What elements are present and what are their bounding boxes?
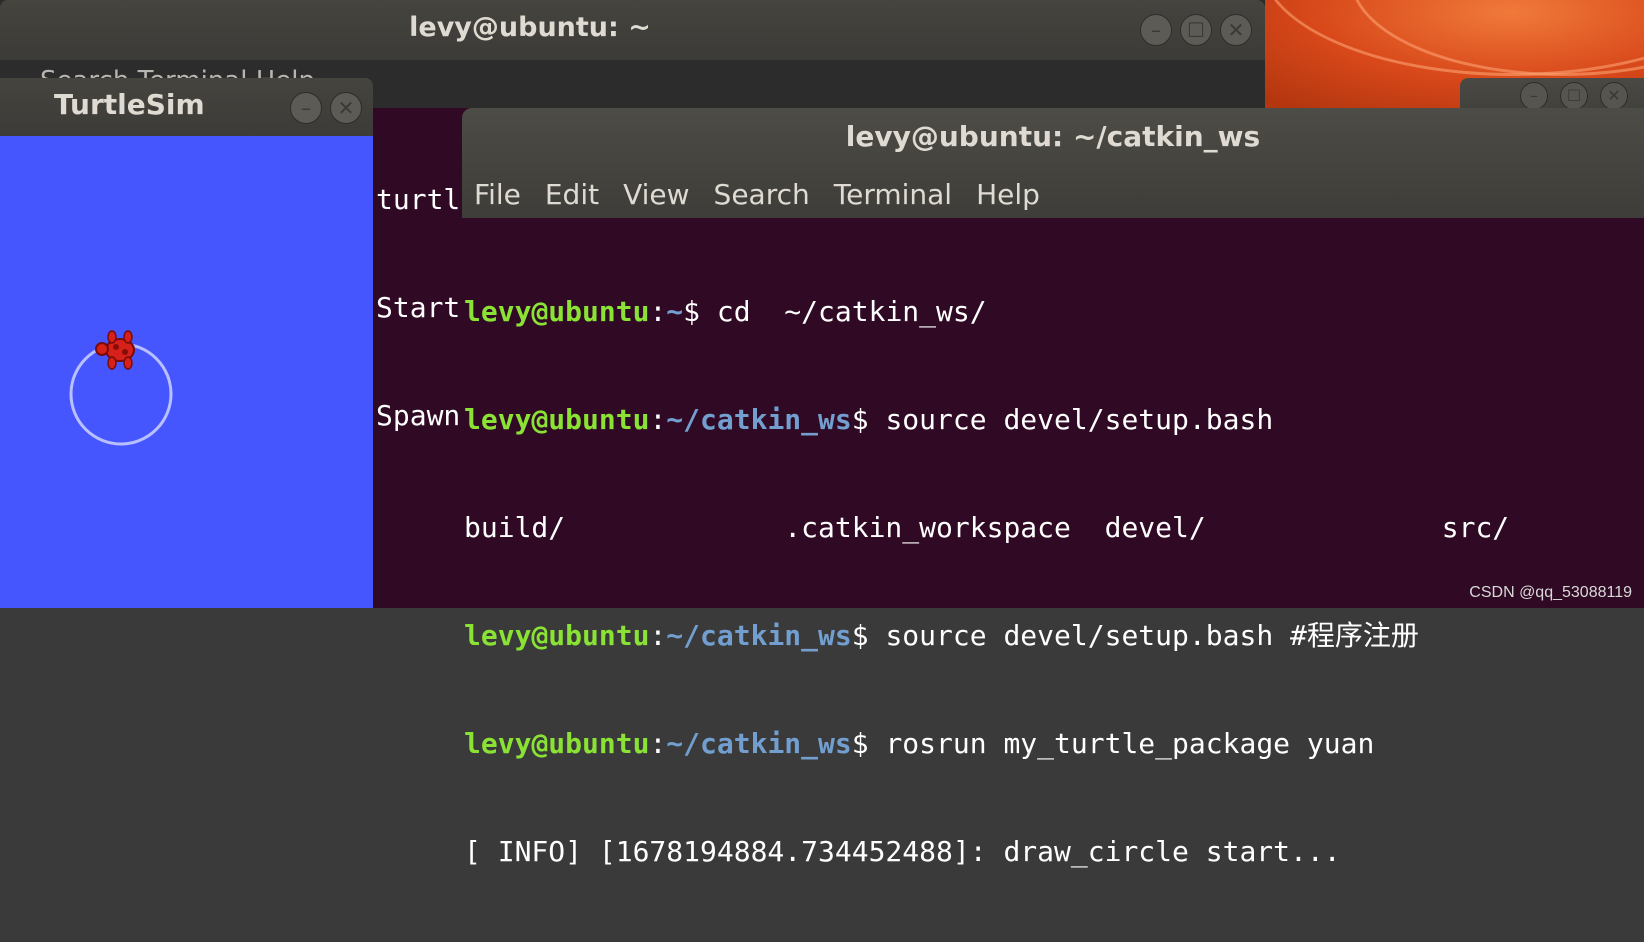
menu-view[interactable]: View (623, 178, 689, 211)
menu-search[interactable]: Search (714, 178, 810, 211)
prompt-separator: : (649, 403, 667, 436)
minimize-button[interactable]: – (290, 92, 322, 124)
watermark: CSDN @qq_53088119 (1469, 584, 1632, 601)
prompt-user: levy@ubuntu (464, 619, 650, 652)
command-text: $ source devel/setup.bash #程序注册 (851, 619, 1419, 652)
turtlesim-window: TurtleSim – ✕ (0, 78, 373, 608)
terminal-line: levy@ubuntu:~/catkin_ws$ source devel/se… (464, 618, 1509, 654)
front-terminal-window: levy@ubuntu: ~/catkin_ws File Edit View … (462, 108, 1644, 868)
command-text: $ source devel/setup.bash (851, 403, 1274, 436)
prompt-separator: : (649, 727, 667, 760)
turtle-drawing (69, 330, 173, 446)
close-button[interactable]: ✕ (1220, 14, 1252, 46)
prompt-path: ~/catkin_ws (666, 619, 852, 652)
terminal-line: [ INFO] [1678194884.734452488]: draw_cir… (464, 835, 1341, 868)
terminal-line: Start (376, 291, 461, 324)
terminal-line: levy@ubuntu:~/catkin_ws$ source devel/se… (464, 402, 1509, 438)
prompt-separator: : (649, 295, 667, 328)
minimize-button[interactable]: – (1140, 14, 1172, 46)
turtle-icon (95, 330, 135, 370)
window-title: levy@ubuntu: ~ (409, 12, 651, 43)
window-title: levy@ubuntu: ~/catkin_ws (845, 120, 1261, 153)
maximize-button[interactable]: ☐ (1560, 82, 1588, 110)
back-terminal-titlebar[interactable]: levy@ubuntu: ~ – ☐ ✕ (0, 0, 1265, 60)
menu-bar: File Edit View Search Terminal Help (474, 178, 1040, 211)
close-button[interactable]: ✕ (1600, 82, 1628, 110)
turtle-canvas (0, 136, 373, 608)
prompt-separator: : (649, 619, 667, 652)
close-button[interactable]: ✕ (330, 92, 362, 124)
menu-help[interactable]: Help (976, 178, 1040, 211)
wallpaper-arc (1350, 0, 1644, 76)
prompt-path: ~/catkin_ws (666, 403, 852, 436)
prompt-user: levy@ubuntu (464, 295, 650, 328)
terminal-line: Spawn (376, 399, 461, 432)
back-terminal-output: turtl Start Spawn (376, 110, 460, 506)
terminal-line: levy@ubuntu:~/catkin_ws$ rosrun my_turtl… (464, 726, 1509, 762)
terminal-line: levy@ubuntu:~$ cd ~/catkin_ws/ (464, 294, 1509, 330)
menu-edit[interactable]: Edit (545, 178, 599, 211)
front-terminal-titlebar[interactable]: levy@ubuntu: ~/catkin_ws File Edit View … (462, 108, 1644, 218)
terminal-body[interactable]: levy@ubuntu:~$ cd ~/catkin_ws/ levy@ubun… (462, 218, 1644, 868)
terminal-output: levy@ubuntu:~$ cd ~/catkin_ws/ levy@ubun… (464, 222, 1509, 942)
turtlesim-titlebar[interactable]: TurtleSim – ✕ (0, 78, 373, 136)
minimize-button[interactable]: – (1520, 82, 1548, 110)
command-text: $ cd ~/catkin_ws/ (683, 295, 987, 328)
window-title: TurtleSim (54, 88, 205, 121)
prompt-user: levy@ubuntu (464, 403, 650, 436)
prompt-path: ~ (666, 295, 684, 328)
terminal-line: build/ .catkin_workspace devel/ src/ (464, 511, 1510, 544)
prompt-user: levy@ubuntu (464, 727, 650, 760)
terminal-line: turtl (376, 183, 461, 216)
command-text: $ rosrun my_turtle_package yuan (851, 727, 1375, 760)
menu-file[interactable]: File (474, 178, 521, 211)
maximize-button[interactable]: ☐ (1180, 14, 1212, 46)
prompt-path: ~/catkin_ws (666, 727, 852, 760)
menu-terminal[interactable]: Terminal (834, 178, 952, 211)
